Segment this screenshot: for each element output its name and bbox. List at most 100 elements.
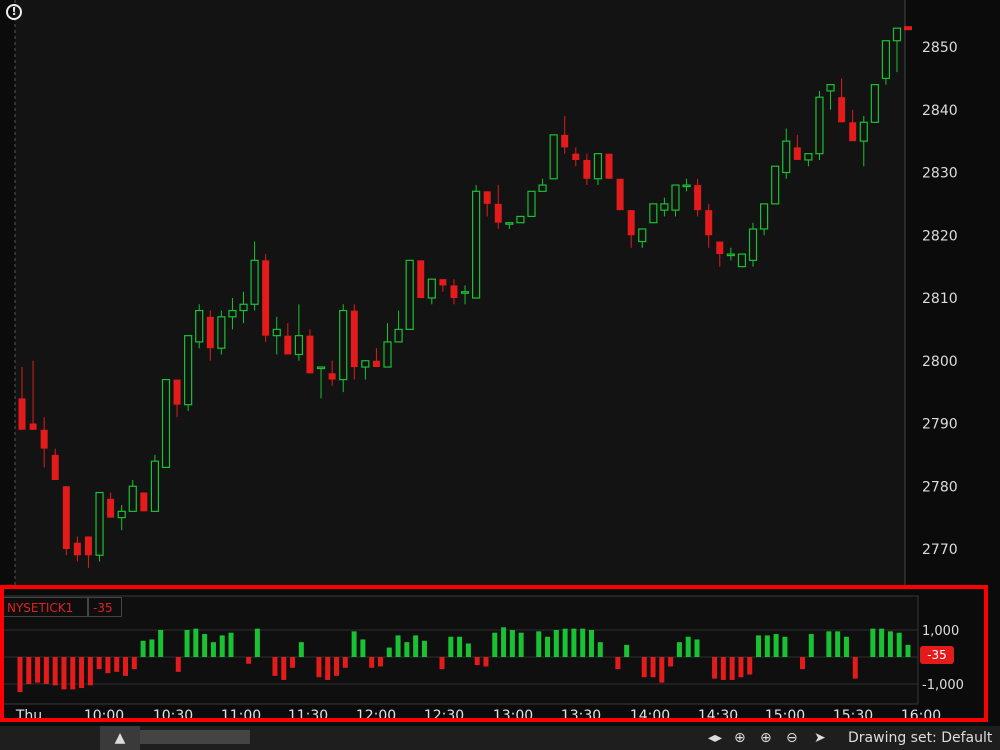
current-value-badge: -35 bbox=[920, 646, 954, 664]
tick-bar bbox=[334, 657, 340, 676]
tick-bar bbox=[325, 657, 331, 680]
tick-bar bbox=[114, 657, 120, 672]
tick-bar bbox=[808, 634, 814, 657]
candle-body bbox=[18, 398, 26, 430]
tick-bar bbox=[193, 628, 199, 657]
pan-icon[interactable]: ◂▸ bbox=[708, 726, 722, 750]
candle-body bbox=[472, 190, 481, 299]
tick-bar bbox=[465, 643, 471, 657]
last-price-marker bbox=[904, 26, 912, 31]
scrollbar-thumb[interactable] bbox=[140, 730, 250, 744]
candle-body bbox=[859, 121, 868, 142]
tick-bar bbox=[149, 639, 155, 657]
tick-bar bbox=[70, 657, 76, 690]
price-tick-label: 2820 bbox=[922, 228, 958, 244]
time-axis-label: 13:00 bbox=[493, 708, 533, 724]
candle-body bbox=[538, 184, 547, 192]
tick-bar bbox=[351, 631, 357, 657]
candle-body bbox=[705, 210, 713, 236]
candle-body bbox=[51, 454, 59, 480]
tick-bar bbox=[712, 657, 718, 679]
candle-body bbox=[262, 260, 270, 336]
tick-bar bbox=[668, 657, 674, 667]
candle-body bbox=[29, 423, 37, 430]
tick-bar bbox=[52, 657, 58, 686]
tick-bar bbox=[79, 657, 85, 689]
time-axis-label: 11:00 bbox=[221, 708, 261, 724]
candle-body bbox=[737, 253, 747, 268]
tick-bar bbox=[96, 657, 102, 670]
candle-body bbox=[350, 310, 358, 368]
candle-body bbox=[748, 228, 758, 261]
tick-bar bbox=[228, 632, 234, 657]
tick-bar bbox=[254, 628, 260, 657]
crosshair-icon[interactable]: ⊕ bbox=[734, 726, 746, 750]
tick-bar bbox=[377, 657, 383, 667]
tick-bar bbox=[246, 657, 252, 664]
time-axis-label: 12:00 bbox=[356, 708, 396, 724]
candle-body bbox=[394, 328, 403, 343]
tick-bar bbox=[615, 657, 621, 670]
candle-body bbox=[217, 316, 226, 349]
tick-bar bbox=[43, 657, 49, 684]
price-tick-label: 2790 bbox=[922, 417, 958, 433]
tick-bar bbox=[782, 636, 788, 657]
indicator-name-label: NYSETICK1 bbox=[2, 597, 88, 617]
candle-body bbox=[328, 373, 336, 380]
collapse-toggle-icon[interactable]: ▲ bbox=[100, 726, 140, 750]
drawing-set-label[interactable]: Drawing set: Default bbox=[848, 726, 992, 750]
time-axis-label: 15:30 bbox=[833, 708, 873, 724]
candle-body bbox=[417, 260, 425, 298]
tick-bar bbox=[536, 631, 542, 657]
price-chart[interactable]: 2770 2780 2790 2800 2810 2820 2830 2840 2850 1,0… bbox=[0, 0, 1000, 750]
candle-body bbox=[161, 378, 171, 469]
tick-bar bbox=[219, 635, 225, 657]
time-axis-label: 15:00 bbox=[765, 708, 805, 724]
pointer-icon[interactable]: ➤ bbox=[814, 726, 826, 750]
tick-bar bbox=[17, 657, 23, 693]
candle-body bbox=[306, 335, 314, 374]
candle-body bbox=[572, 153, 580, 160]
tick-bar bbox=[835, 631, 841, 657]
candle-body bbox=[627, 210, 635, 236]
tick-bar bbox=[413, 635, 419, 657]
tick-bar bbox=[448, 636, 454, 657]
candle-body bbox=[228, 309, 237, 318]
candle-body bbox=[84, 536, 92, 556]
candle-body bbox=[782, 140, 791, 174]
candle-body bbox=[649, 203, 658, 224]
status-bar: ▲ ◂▸ ⊕ ⊕ ⊖ ➤ Drawing set: Default bbox=[0, 726, 1000, 750]
tick-bar bbox=[896, 632, 902, 657]
time-axis-label: 12:30 bbox=[424, 708, 464, 724]
info-icon[interactable]: ! bbox=[6, 4, 22, 20]
tick-bar bbox=[773, 634, 779, 657]
candle-body bbox=[272, 328, 281, 337]
candle-body bbox=[173, 379, 181, 405]
tick-bar bbox=[650, 657, 656, 678]
tick-bar bbox=[342, 657, 348, 668]
candle-body bbox=[316, 366, 326, 370]
tick-bar bbox=[131, 657, 137, 670]
candle-body bbox=[284, 335, 292, 355]
candle-body bbox=[95, 491, 104, 556]
tick-bar bbox=[457, 636, 463, 657]
zoom-out-icon[interactable]: ⊖ bbox=[786, 726, 798, 750]
candle-body bbox=[694, 185, 702, 211]
candle-body bbox=[838, 97, 846, 123]
candle-body bbox=[716, 241, 724, 255]
candle-body bbox=[892, 27, 902, 42]
candle-body bbox=[516, 215, 525, 224]
tick-bar bbox=[123, 657, 129, 676]
tick-bar bbox=[26, 657, 32, 684]
candle-body bbox=[849, 122, 857, 142]
tick-bar bbox=[580, 628, 586, 657]
tick-bar bbox=[694, 639, 700, 657]
tick-bar bbox=[756, 635, 762, 657]
candle-body bbox=[140, 492, 148, 512]
tick-bar bbox=[184, 630, 190, 657]
candle-body bbox=[450, 285, 458, 298]
tick-bar bbox=[685, 636, 691, 657]
price-tick-label: 2800 bbox=[922, 354, 958, 370]
zoom-in-icon[interactable]: ⊕ bbox=[760, 726, 772, 750]
candle-body bbox=[361, 360, 370, 368]
